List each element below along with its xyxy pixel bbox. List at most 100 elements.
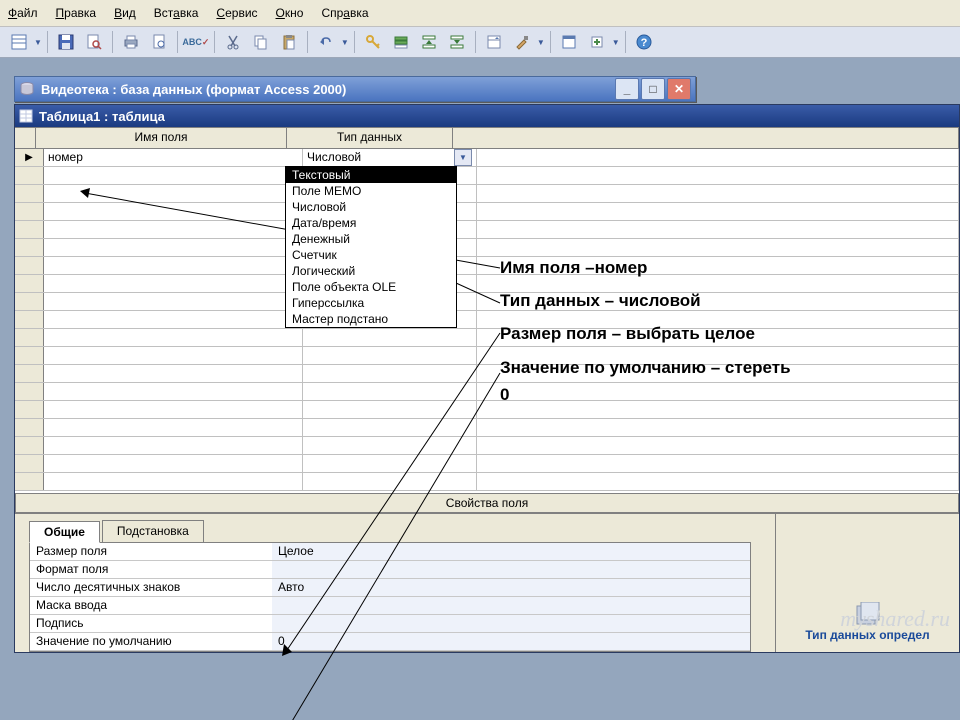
- row-selector[interactable]: [15, 239, 44, 256]
- save-icon[interactable]: [53, 29, 79, 55]
- row-selector[interactable]: [15, 203, 44, 220]
- paste-icon[interactable]: [276, 29, 302, 55]
- col-header-desc[interactable]: [453, 128, 959, 148]
- prop-row-default[interactable]: Значение по умолчанию0: [30, 633, 750, 651]
- dd-item[interactable]: Денежный: [286, 231, 456, 247]
- properties-icon[interactable]: [481, 29, 507, 55]
- table-icon: [19, 109, 33, 123]
- row-selector[interactable]: [15, 167, 44, 184]
- hint-icon: [853, 602, 883, 628]
- row-selector[interactable]: [15, 437, 44, 454]
- prop-row-size[interactable]: Размер поляЦелое: [30, 543, 750, 561]
- print-icon[interactable]: [118, 29, 144, 55]
- view-button[interactable]: [6, 29, 32, 55]
- search-file-icon[interactable]: [81, 29, 107, 55]
- dd-item[interactable]: Поле МЕМО: [286, 183, 456, 199]
- menu-view[interactable]: Вид: [114, 6, 136, 20]
- dd-item[interactable]: Числовой: [286, 199, 456, 215]
- dd-item[interactable]: Логический: [286, 263, 456, 279]
- row-selector-header: [15, 128, 36, 148]
- table-row[interactable]: [15, 221, 959, 239]
- row-selector[interactable]: [15, 383, 44, 400]
- table-titlebar[interactable]: Таблица1 : таблица: [15, 105, 959, 127]
- builder-icon[interactable]: [509, 29, 535, 55]
- row-selector[interactable]: [15, 257, 44, 274]
- row-selector[interactable]: [15, 347, 44, 364]
- prop-row-format[interactable]: Формат поля: [30, 561, 750, 579]
- dd-item[interactable]: Дата/время: [286, 215, 456, 231]
- menu-edit[interactable]: Правка: [56, 6, 97, 20]
- maximize-button[interactable]: □: [641, 78, 665, 100]
- insert-rows-icon[interactable]: [416, 29, 442, 55]
- annotation-3: Размер поля – выбрать целое: [500, 320, 930, 347]
- table-row[interactable]: [15, 185, 959, 203]
- tab-general[interactable]: Общие: [29, 521, 100, 543]
- copy-icon[interactable]: [248, 29, 274, 55]
- tab-lookup[interactable]: Подстановка: [102, 520, 204, 542]
- col-header-type[interactable]: Тип данных: [287, 128, 453, 148]
- row-selector[interactable]: [15, 401, 44, 418]
- undo-icon[interactable]: [313, 29, 339, 55]
- annotation-2: Тип данных – числовой: [500, 287, 930, 314]
- database-window: Видеотека : база данных (формат Access 2…: [14, 76, 696, 102]
- type-value: Числовой: [307, 149, 454, 166]
- minimize-button[interactable]: _: [615, 78, 639, 100]
- type-dropdown[interactable]: Текстовый Поле МЕМО Числовой Дата/время …: [285, 166, 457, 328]
- svg-text:?: ?: [640, 37, 647, 49]
- prop-row-decimals[interactable]: Число десятичных знаковАвто: [30, 579, 750, 597]
- row-selector[interactable]: [15, 419, 44, 436]
- dd-item[interactable]: Мастер подстано: [286, 311, 456, 327]
- field-name-cell[interactable]: номер: [44, 149, 303, 166]
- dd-item[interactable]: Поле объекта OLE: [286, 279, 456, 295]
- props-table: Размер поляЦелое Формат поля Число десят…: [29, 542, 751, 652]
- menu-window[interactable]: Окно: [276, 6, 304, 20]
- hint-text: Тип данных определ: [805, 628, 929, 642]
- table-row[interactable]: [15, 437, 959, 455]
- dd-item[interactable]: Счетчик: [286, 247, 456, 263]
- field-type-cell[interactable]: Числовой ▼: [303, 149, 477, 166]
- menu-insert[interactable]: Вставка: [154, 6, 199, 20]
- table-row[interactable]: [15, 419, 959, 437]
- col-header-name[interactable]: Имя поля: [36, 128, 287, 148]
- cut-icon[interactable]: [220, 29, 246, 55]
- table-row[interactable]: ▶ номер Числовой ▼: [15, 149, 959, 167]
- row-selector[interactable]: [15, 455, 44, 472]
- row-indicator-icon[interactable]: ▶: [15, 149, 44, 166]
- toolbar: ▼ ABC✓ ▼ ▼ ▼ ?: [0, 27, 960, 58]
- row-selector[interactable]: [15, 221, 44, 238]
- preview-icon[interactable]: [146, 29, 172, 55]
- table-row[interactable]: [15, 203, 959, 221]
- spell-icon[interactable]: ABC✓: [183, 29, 209, 55]
- row-selector[interactable]: [15, 329, 44, 346]
- row-selector[interactable]: [15, 473, 44, 490]
- menu-help[interactable]: Справка: [321, 6, 368, 20]
- prop-row-mask[interactable]: Маска ввода: [30, 597, 750, 615]
- db-titlebar[interactable]: Видеотека : база данных (формат Access 2…: [15, 77, 695, 101]
- table-row[interactable]: [15, 473, 959, 491]
- row-selector[interactable]: [15, 365, 44, 382]
- db-icon: [19, 81, 35, 97]
- rows-icon[interactable]: [388, 29, 414, 55]
- delete-rows-icon[interactable]: [444, 29, 470, 55]
- field-properties: Общие Подстановка Размер поляЦелое Форма…: [15, 513, 959, 652]
- prop-row-caption[interactable]: Подпись: [30, 615, 750, 633]
- help-icon[interactable]: ?: [631, 29, 657, 55]
- props-tabs: Общие Подстановка: [15, 514, 775, 542]
- row-selector[interactable]: [15, 185, 44, 202]
- row-selector[interactable]: [15, 311, 44, 328]
- table-row[interactable]: [15, 455, 959, 473]
- row-selector[interactable]: [15, 275, 44, 292]
- dd-item[interactable]: Текстовый: [286, 167, 456, 183]
- key-icon[interactable]: [360, 29, 386, 55]
- db-window-icon[interactable]: [556, 29, 582, 55]
- chevron-down-icon[interactable]: ▼: [454, 149, 472, 166]
- close-button[interactable]: ✕: [667, 78, 691, 100]
- new-object-icon[interactable]: [584, 29, 610, 55]
- menubar: Файл Правка Вид Вставка Сервис Окно Спра…: [0, 0, 960, 27]
- row-selector[interactable]: [15, 293, 44, 310]
- menu-service[interactable]: Сервис: [216, 6, 257, 20]
- table-row[interactable]: [15, 167, 959, 185]
- field-desc-cell[interactable]: [477, 149, 959, 166]
- dd-item[interactable]: Гиперссылка: [286, 295, 456, 311]
- menu-file[interactable]: Файл: [8, 6, 38, 20]
